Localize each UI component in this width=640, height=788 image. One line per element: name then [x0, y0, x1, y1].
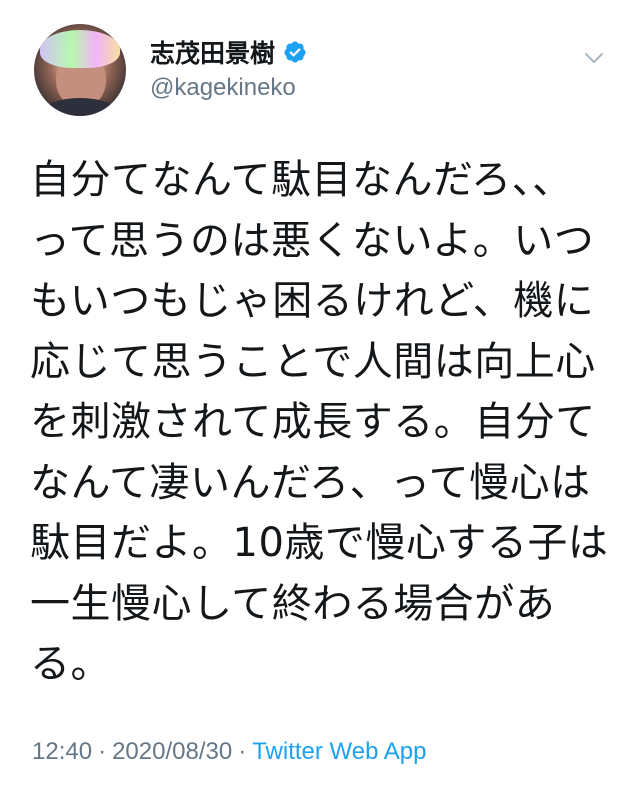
tweet-source-link[interactable]: Twitter Web App — [252, 738, 426, 765]
tweet-text-line: 駄目だよ。10歳で慢心する子は — [30, 520, 609, 566]
tweet-time[interactable]: 12:40 — [32, 738, 92, 765]
tweet-text-line: を刺激されて成長する。自分て — [30, 399, 596, 445]
tweet-text-line: なんて凄いんだろ、って慢心は — [30, 459, 591, 506]
user-handle[interactable]: @kagekineko — [150, 74, 296, 102]
tweet-date[interactable]: 2020/08/30 — [112, 738, 232, 765]
tweet-text-line: 応じて思うことで人間は向上心 — [30, 338, 596, 385]
tweet-text-line: って思うのは悪くないよ。いつ — [30, 217, 595, 264]
tweet-text-line: る。 — [30, 641, 111, 687]
tweet-header: 志茂田景樹 @kagekineko — [32, 24, 616, 120]
meta-separator: · — [238, 738, 247, 765]
tweet-text: 自分てなんて駄目なんだろ、、 って思うのは悪くないよ。いつ もいつもじゃ困るけれ… — [30, 150, 620, 695]
tweet-text-line: 自分てなんて駄目なんだろ、、 — [30, 157, 573, 203]
meta-separator: · — [98, 738, 107, 765]
avatar[interactable] — [34, 24, 126, 116]
name-row: 志茂田景樹 — [150, 34, 307, 70]
avatar-shirt — [42, 98, 118, 116]
avatar-hair — [40, 30, 120, 68]
tweet-card: 志茂田景樹 @kagekineko 自分てなんて駄目なんだろ、、 って思うのは悪… — [0, 0, 640, 788]
tweet-meta: 12:40 · 2020/08/30 · Twitter Web App — [32, 738, 427, 766]
tweet-text-line: もいつもじゃ困るけれど、機に — [30, 278, 595, 324]
display-name[interactable]: 志茂田景樹 — [150, 34, 275, 70]
tweet-text-line: 一生慢心して終わる場合があ — [30, 580, 556, 627]
chevron-down-icon[interactable] — [582, 46, 606, 70]
verified-badge-icon — [284, 41, 306, 63]
